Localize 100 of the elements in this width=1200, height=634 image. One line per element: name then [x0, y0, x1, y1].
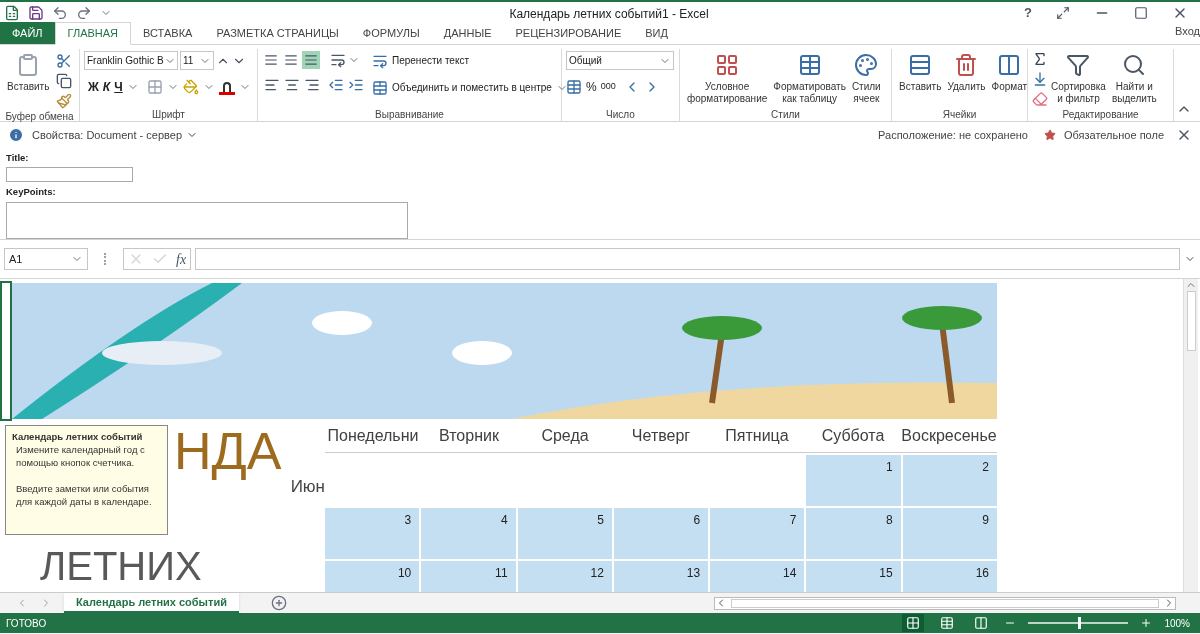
add-sheet-icon[interactable]: [270, 595, 287, 611]
insert-function-button[interactable]: fx: [176, 248, 187, 270]
italic-button[interactable]: К: [102, 78, 111, 96]
table-icon: [797, 53, 822, 77]
name-box[interactable]: A1: [4, 248, 88, 270]
styles-button[interactable]: Условное форматирование: [684, 49, 771, 105]
horizontal-scrollbar[interactable]: [714, 596, 1176, 610]
status-text: ГОТОВО: [6, 616, 47, 631]
format-painter-icon[interactable]: [56, 93, 73, 109]
ribbon-tab[interactable]: РЕЦЕНЗИРОВАНИЕ: [503, 22, 634, 44]
property-field[interactable]: [6, 167, 133, 183]
merge-center-button[interactable]: Объединить и поместить в центре: [372, 78, 568, 97]
month-label: Июн: [290, 476, 325, 498]
tooltip-text: Введите заметки или события для каждой даты в календаре.: [15, 482, 153, 508]
styles-button[interactable]: Форматировать как таблицу: [770, 49, 849, 105]
percent-button[interactable]: %: [586, 78, 597, 96]
bold-button[interactable]: Ж: [88, 78, 99, 96]
underline-button[interactable]: Ч: [114, 78, 123, 96]
view-button[interactable]: [902, 614, 925, 632]
calendar-title-text: ЛЕТНИХ: [40, 545, 202, 587]
sheet-tab[interactable]: Календарь летних событий: [64, 593, 239, 613]
editing-button[interactable]: Найти и выделить: [1108, 49, 1160, 105]
align-right-icon[interactable]: [304, 77, 320, 93]
location-text: Расположение: не сохранено: [878, 127, 1028, 143]
sign-in-link[interactable]: Вход: [1175, 22, 1200, 39]
required-star-icon: [1043, 129, 1056, 141]
help-button[interactable]: ?: [1016, 2, 1040, 23]
font-size-field[interactable]: 11: [180, 51, 214, 70]
date-cell[interactable]: 14: [710, 561, 805, 592]
align-left-icon[interactable]: [264, 77, 280, 93]
undo-icon[interactable]: [52, 4, 68, 21]
cells-button[interactable]: Формат: [988, 49, 1031, 93]
cells-button[interactable]: Вставить: [896, 49, 945, 93]
date-cell[interactable]: 8: [806, 508, 901, 559]
splitter-icon[interactable]: [104, 253, 107, 265]
fill-color-icon[interactable]: [182, 79, 199, 95]
weekday-header: Понедельни: [326, 425, 420, 446]
vertical-align-button[interactable]: [302, 51, 320, 69]
paste-button[interactable]: Вставить: [4, 49, 53, 93]
properties-dropdown[interactable]: Свойства: Document - сервер: [32, 126, 198, 144]
align-center-icon[interactable]: [284, 77, 300, 93]
date-cell[interactable]: 4: [421, 508, 516, 559]
weekday-header: Вторник: [438, 425, 500, 446]
weekday-header: Суббота: [820, 425, 886, 446]
font-name-field[interactable]: Franklin Gothic B: [84, 51, 178, 70]
date-cell[interactable]: 5: [517, 508, 612, 559]
ribbon-display-icon[interactable]: [1056, 5, 1070, 20]
group-label: Редактирование: [1062, 107, 1139, 122]
date-cell[interactable]: 11: [421, 561, 516, 592]
fill-icon[interactable]: [1032, 71, 1048, 87]
orientation-icon[interactable]: [330, 52, 346, 68]
copy-icon[interactable]: [56, 73, 73, 89]
date-cell[interactable]: 3: [325, 508, 420, 559]
ribbon-tab[interactable]: ВСТАВКА: [131, 22, 205, 44]
decrease-indent-icon[interactable]: [328, 77, 344, 93]
eraser-icon[interactable]: [1032, 91, 1048, 107]
date-cell[interactable]: 7: [710, 508, 805, 559]
group-label: Ячейки: [942, 107, 977, 122]
date-cell[interactable]: 6: [613, 508, 709, 559]
wrap-text-button[interactable]: Перенести текст: [372, 51, 568, 70]
property-label: KeyPoints:: [6, 185, 57, 200]
ribbon-tab[interactable]: РАЗМЕТКА СТРАНИЦЫ: [204, 22, 351, 44]
cut-icon[interactable]: [56, 53, 73, 69]
thousands-button[interactable]: 000: [600, 80, 616, 94]
selected-cell[interactable]: [0, 281, 12, 421]
cells-button[interactable]: Удалить: [944, 49, 989, 93]
palette-icon: [854, 53, 879, 77]
date-cell[interactable]: 12: [517, 561, 612, 592]
formula-field[interactable]: [195, 248, 1180, 270]
vertical-scrollbar[interactable]: [1183, 279, 1198, 592]
zoom-percent[interactable]: 100%: [1164, 615, 1190, 631]
ribbon-tab[interactable]: ГЛАВНАЯ: [54, 22, 132, 45]
date-cell[interactable]: 10: [325, 561, 420, 592]
ribbon-tab[interactable]: ФОРМУЛЫ: [350, 22, 432, 44]
weekday-header: Среда: [540, 425, 590, 446]
date-cell[interactable]: 1: [806, 455, 901, 506]
scroll-thumb[interactable]: [731, 598, 1159, 608]
group-label: Число: [606, 107, 635, 122]
property-field[interactable]: [6, 201, 408, 239]
ribbon-tab[interactable]: ДАННЫЕ: [431, 22, 504, 44]
ribbon-tab[interactable]: ВИД: [633, 22, 680, 44]
required-field-note: Обязательное поле: [1063, 127, 1164, 143]
date-cell[interactable]: 15: [806, 561, 901, 592]
borders-icon[interactable]: [146, 79, 163, 95]
editing-button[interactable]: Сортировка и фильтр: [1048, 49, 1109, 105]
save-icon[interactable]: [28, 4, 44, 21]
date-cell[interactable]: 16: [902, 561, 997, 592]
increase-indent-icon[interactable]: [348, 77, 364, 93]
number-format-field[interactable]: Общий: [566, 51, 674, 70]
date-cell[interactable]: 2: [902, 455, 997, 506]
styles-button[interactable]: Стили ячеек: [848, 49, 884, 105]
scroll-thumb[interactable]: [1186, 291, 1196, 351]
date-cell[interactable]: 9: [902, 508, 997, 559]
sum-icon[interactable]: [1032, 51, 1048, 67]
zoom-slider-thumb[interactable]: [1078, 617, 1082, 629]
zoom-in-icon[interactable]: [1140, 617, 1153, 629]
maximize-icon[interactable]: [1134, 5, 1148, 20]
date-cell[interactable]: 13: [613, 561, 709, 592]
file-tab[interactable]: ФАЙЛ: [0, 22, 55, 44]
redo-icon[interactable]: [76, 4, 92, 21]
